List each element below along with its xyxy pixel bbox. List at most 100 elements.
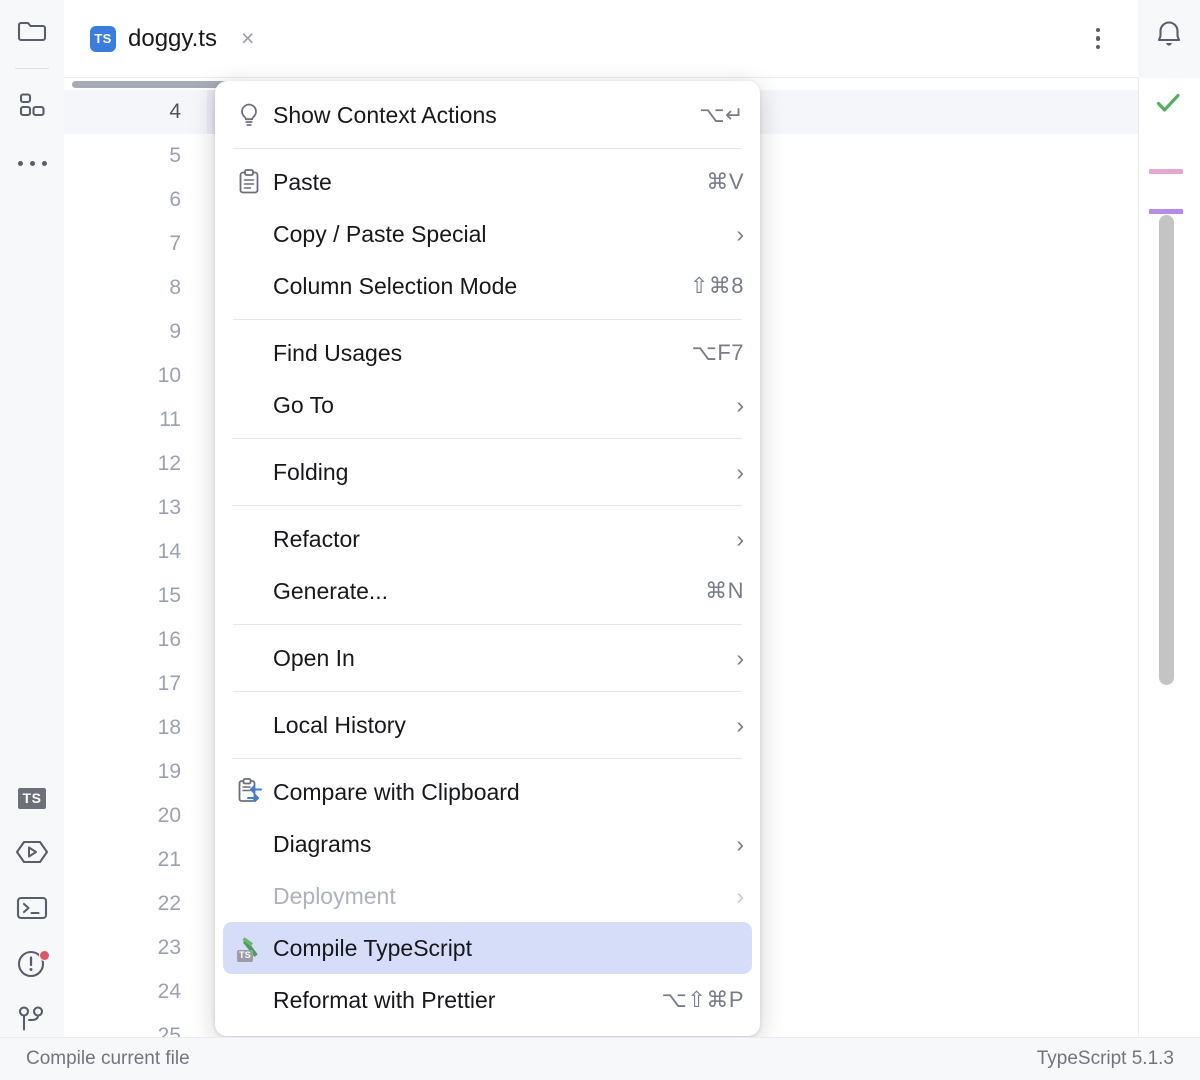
- line-number[interactable]: 21: [64, 838, 207, 882]
- line-number[interactable]: 14: [64, 530, 207, 574]
- menu-item-reformat-with-prettier[interactable]: Reformat with Prettier⌥⇧⌘P: [215, 974, 760, 1026]
- editor-tab-bar: TS doggy.ts ×: [64, 0, 1138, 78]
- sidebar-item-terminal[interactable]: [0, 882, 64, 938]
- problems-badge-dot: [39, 950, 50, 961]
- line-number[interactable]: 20: [64, 794, 207, 838]
- notifications-button[interactable]: [1138, 0, 1200, 72]
- line-number[interactable]: 10: [64, 354, 207, 398]
- menu-item-compile-typescript[interactable]: TSCompile TypeScript: [223, 922, 752, 974]
- chevron-right-icon: ›: [736, 223, 744, 246]
- line-number[interactable]: 17: [64, 662, 207, 706]
- ts-mini-badge: TS: [237, 950, 253, 962]
- sidebar-item-typescript[interactable]: TS: [0, 770, 64, 826]
- line-number[interactable]: 11: [64, 398, 207, 442]
- tab-label: doggy.ts: [128, 25, 217, 53]
- menu-item-label: Go To: [273, 392, 334, 419]
- sidebar-item-run[interactable]: [0, 826, 64, 882]
- menu-item-icon-slot: [237, 576, 273, 606]
- menu-item-go-to[interactable]: Go To›: [215, 379, 760, 431]
- sidebar-item-problems[interactable]: [0, 938, 64, 994]
- status-message: Compile current file: [26, 1048, 190, 1070]
- menu-item-local-history[interactable]: Local History ›: [215, 699, 760, 751]
- menu-item-label: Folding: [273, 459, 348, 486]
- chevron-right-icon: ›: [736, 885, 744, 908]
- typescript-version-status[interactable]: TypeScript 5.1.3: [1037, 1048, 1174, 1070]
- menu-item-paste[interactable]: Paste⌘V: [215, 156, 760, 208]
- structure-blocks-icon: [18, 91, 46, 124]
- menu-item-icon-slot: [237, 710, 273, 740]
- git-branch-icon: [17, 1005, 47, 1040]
- line-number[interactable]: 7: [64, 222, 207, 266]
- sidebar-item-project[interactable]: [0, 6, 64, 62]
- menu-item-icon-slot: [237, 985, 273, 1015]
- vertical-scrollbar-thumb[interactable]: [1159, 215, 1174, 685]
- menu-item-refactor[interactable]: Refactor ›: [215, 513, 760, 565]
- status-bar: Compile current file TypeScript 5.1.3: [0, 1037, 1200, 1080]
- line-number[interactable]: 8: [64, 266, 207, 310]
- menu-item-column-selection-mode[interactable]: Column Selection Mode⇧⌘8: [215, 260, 760, 312]
- chevron-right-icon: ›: [736, 647, 744, 670]
- terminal-icon: [16, 896, 48, 925]
- line-number-gutter: 45678910111213141516171819202122232425: [64, 90, 207, 1037]
- menu-item-shortcut: ⌘N: [705, 578, 744, 604]
- menu-item-icon-slot: [237, 881, 273, 911]
- line-number[interactable]: 4: [64, 90, 207, 134]
- lightbulb-icon: [237, 100, 273, 130]
- menu-item-compare-with-clipboard[interactable]: Compare with Clipboard: [215, 766, 760, 818]
- line-number[interactable]: 19: [64, 750, 207, 794]
- menu-separator: [233, 624, 742, 625]
- line-number[interactable]: 5: [64, 134, 207, 178]
- menu-item-label: Find Usages: [273, 340, 402, 367]
- menu-item-shortcut: ⌥F7: [691, 340, 744, 366]
- ide-window: TS: [0, 0, 1200, 1080]
- line-number[interactable]: 6: [64, 178, 207, 222]
- line-number[interactable]: 24: [64, 970, 207, 1014]
- editor-marker-column: [1138, 78, 1200, 1037]
- compile-hammer-ts-icon: TS: [237, 933, 273, 963]
- menu-separator: [233, 691, 742, 692]
- line-number[interactable]: 25: [64, 1014, 207, 1037]
- sidebar-item-more[interactable]: [0, 135, 64, 191]
- menu-item-copy-paste-special[interactable]: Copy / Paste Special ›: [215, 208, 760, 260]
- menu-item-find-usages[interactable]: Find Usages ⌥F7: [215, 327, 760, 379]
- menu-item-open-in[interactable]: Open In ›: [215, 632, 760, 684]
- close-icon[interactable]: ×: [241, 27, 254, 50]
- menu-item-shortcut: ⇧⌘8: [690, 273, 744, 299]
- line-number[interactable]: 22: [64, 882, 207, 926]
- line-number[interactable]: 16: [64, 618, 207, 662]
- tab-doggy-ts[interactable]: TS doggy.ts ×: [64, 0, 270, 78]
- chevron-right-icon: ›: [736, 714, 744, 737]
- menu-item-generate[interactable]: Generate...⌘N: [215, 565, 760, 617]
- menu-separator: [233, 148, 742, 149]
- bell-icon: [1152, 16, 1186, 57]
- menu-separator: [233, 319, 742, 320]
- chevron-right-icon: ›: [736, 461, 744, 484]
- more-options-icon[interactable]: [1082, 18, 1115, 60]
- sidebar-item-structure[interactable]: [0, 79, 64, 135]
- line-number[interactable]: 9: [64, 310, 207, 354]
- menu-item-label: Open In: [273, 645, 355, 672]
- line-number[interactable]: 15: [64, 574, 207, 618]
- marker-purple[interactable]: [1149, 209, 1183, 214]
- menu-item-diagrams[interactable]: Diagrams›: [215, 818, 760, 870]
- line-number[interactable]: 23: [64, 926, 207, 970]
- line-number[interactable]: 13: [64, 486, 207, 530]
- menu-item-label: Refactor: [273, 526, 360, 553]
- menu-item-icon-slot: [237, 219, 273, 249]
- menu-item-shortcut: ⌘V: [706, 169, 744, 195]
- menu-item-label: Deployment: [273, 883, 396, 910]
- line-number[interactable]: 12: [64, 442, 207, 486]
- inspection-status-icon[interactable]: [1153, 88, 1183, 118]
- line-number[interactable]: 18: [64, 706, 207, 750]
- menu-item-show-context-actions[interactable]: Show Context Actions⌥↵: [215, 89, 760, 141]
- menu-separator: [233, 505, 742, 506]
- menu-item-folding[interactable]: Folding ›: [215, 446, 760, 498]
- menu-item-label: Local History: [273, 712, 406, 739]
- typescript-file-icon: TS: [90, 26, 116, 52]
- chevron-right-icon: ›: [736, 528, 744, 551]
- menu-item-label: Copy / Paste Special: [273, 221, 487, 248]
- ts-badge-icon: TS: [18, 788, 47, 809]
- left-tool-stripe: TS: [0, 0, 64, 1080]
- menu-item-deployment: Deployment ›: [215, 870, 760, 922]
- marker-pink[interactable]: [1149, 169, 1183, 174]
